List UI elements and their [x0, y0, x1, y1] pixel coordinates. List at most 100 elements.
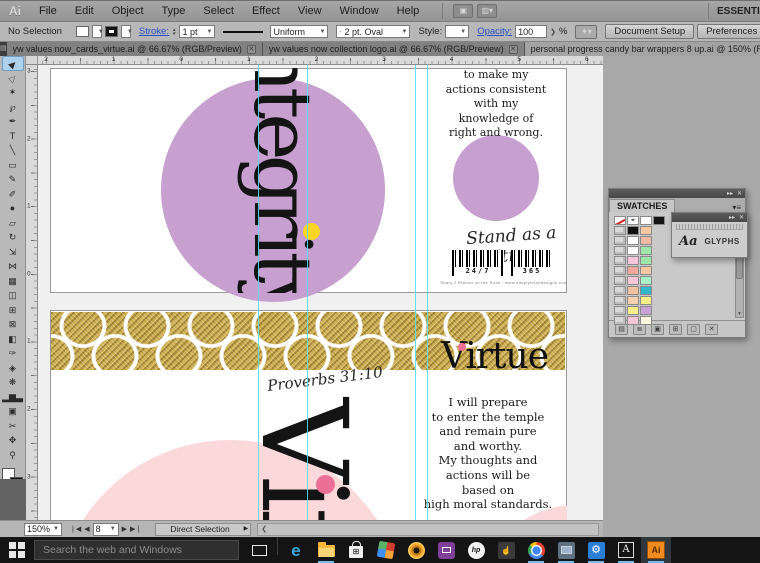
color-swatch[interactable] — [640, 286, 652, 295]
menu-window[interactable]: Window — [331, 1, 388, 21]
line-segment-tool[interactable]: ╲ — [2, 143, 24, 158]
menu-select[interactable]: Select — [194, 1, 243, 21]
color-swatch[interactable] — [627, 226, 639, 235]
file-explorer-icon[interactable] — [311, 537, 341, 563]
stroke-stepper[interactable]: ▲▼ — [172, 28, 176, 36]
eyedropper-tool[interactable]: ✑ — [2, 346, 24, 361]
color-swatch[interactable] — [627, 296, 639, 305]
pattern-swatch[interactable] — [614, 246, 626, 255]
guide-line[interactable] — [258, 65, 259, 520]
magic-wand-tool[interactable]: ✶ — [2, 85, 24, 100]
store-icon[interactable]: ⊞ — [341, 537, 371, 563]
illustrator-icon[interactable]: Ai — [641, 537, 671, 563]
new-swatch-icon[interactable]: ▢ — [687, 324, 700, 335]
shape-builder-tool[interactable]: ◫ — [2, 288, 24, 303]
color-swatch[interactable] — [640, 306, 652, 315]
color-swatch[interactable] — [640, 256, 652, 265]
panel-menu-icon[interactable]: ▾≡ — [728, 203, 745, 212]
vertical-ruler[interactable]: 3210123 — [26, 65, 38, 520]
font-app-icon[interactable]: A — [611, 537, 641, 563]
arrange-documents-icon[interactable]: ▥▾ — [477, 4, 497, 18]
chrome-icon[interactable] — [521, 537, 551, 563]
color-swatch[interactable] — [627, 246, 639, 255]
guide-line[interactable] — [427, 65, 428, 520]
color-swatch[interactable] — [640, 226, 652, 235]
direct-selection-tool[interactable]: ▷ — [2, 71, 24, 86]
document-tab[interactable]: yw values now_cards_virtue.ai @ 66.67% (… — [7, 42, 263, 56]
variable-width-combo[interactable]: Uniform▼ — [270, 25, 328, 38]
status-tool-indicator[interactable]: Direct Selection▶ — [155, 523, 251, 536]
blob-brush-tool[interactable]: ● — [2, 201, 24, 216]
color-swatch[interactable] — [640, 266, 652, 275]
swatch-white[interactable] — [640, 216, 652, 225]
menu-view[interactable]: View — [289, 1, 331, 21]
last-artboard-icon[interactable]: ▶❘ — [130, 525, 141, 533]
gradient-tool[interactable]: ◧ — [2, 332, 24, 347]
task-view-icon[interactable] — [244, 537, 274, 563]
color-swatch[interactable] — [640, 316, 652, 325]
swatches-tab[interactable]: SWATCHES — [609, 199, 675, 212]
ruler-origin-corner[interactable] — [26, 56, 38, 65]
scale-tool[interactable]: ⇲ — [2, 245, 24, 260]
stroke-weight-label[interactable]: Stroke: — [139, 26, 169, 37]
new-color-group-icon[interactable]: ⊞ — [669, 324, 682, 335]
document-setup-button[interactable]: Document Setup — [605, 24, 694, 39]
glyphs-close-icon[interactable]: ✕ — [739, 215, 744, 221]
color-swatch[interactable] — [640, 236, 652, 245]
selection-tool[interactable]: ▶ — [2, 56, 24, 71]
color-swatch[interactable] — [627, 286, 639, 295]
document-tab[interactable]: yw values now collection logo.ai @ 66.67… — [263, 42, 525, 56]
hand-tool[interactable]: ✥ — [2, 433, 24, 448]
free-transform-tool[interactable]: ▦ — [2, 274, 24, 289]
pattern-swatch[interactable] — [614, 276, 626, 285]
photos-app-icon[interactable] — [551, 537, 581, 563]
touch-app-icon[interactable]: ☝ — [491, 537, 521, 563]
opacity-label[interactable]: Opacity: — [477, 26, 512, 37]
horizontal-ruler[interactable]: 21012345678 — [38, 56, 603, 65]
first-artboard-icon[interactable]: ❘◀ — [70, 525, 81, 533]
menu-type[interactable]: Type — [153, 1, 195, 21]
pattern-swatch[interactable] — [614, 266, 626, 275]
pattern-swatch[interactable] — [614, 296, 626, 305]
workspace-switcher[interactable]: ESSENTIALS — [708, 3, 760, 19]
type-tool[interactable]: T — [2, 129, 24, 144]
swatch-registration[interactable]: ⌖ — [627, 216, 639, 225]
mesh-tool[interactable]: ⊠ — [2, 317, 24, 332]
scroll-left-icon[interactable]: ❮ — [258, 525, 270, 533]
guide-line[interactable] — [415, 65, 416, 520]
webcam-app-icon[interactable] — [401, 537, 431, 563]
tab-close-icon[interactable]: ✕ — [247, 45, 256, 54]
menu-edit[interactable]: Edit — [66, 1, 103, 21]
menu-help[interactable]: Help — [388, 1, 429, 21]
color-swatch[interactable] — [640, 246, 652, 255]
bridge-icon[interactable]: ▣ — [453, 4, 473, 18]
delete-swatch-icon[interactable]: ✕ — [705, 324, 718, 335]
width-tool[interactable]: ⋈ — [2, 259, 24, 274]
color-swatch[interactable] — [627, 306, 639, 315]
horizontal-scrollbar[interactable]: ❮ — [257, 523, 599, 536]
stroke-color-chip[interactable] — [105, 26, 118, 37]
tab-close-icon[interactable]: ✕ — [509, 45, 518, 54]
artboard-number-combo[interactable]: 8▼ — [93, 523, 119, 536]
brush-combo[interactable]: ·2 pt. Oval▼ — [336, 25, 410, 38]
rotate-tool[interactable]: ↻ — [2, 230, 24, 245]
hp-support-icon[interactable]: hp — [461, 537, 491, 563]
next-artboard-icon[interactable]: ▶ — [122, 525, 127, 533]
style-combo[interactable]: ▼ — [445, 25, 469, 38]
screen-share-app-icon[interactable] — [431, 537, 461, 563]
scroll-down-icon[interactable]: ▼ — [737, 311, 742, 317]
menu-effect[interactable]: Effect — [243, 1, 289, 21]
guide-line[interactable] — [307, 65, 308, 520]
color-swatch[interactable] — [627, 276, 639, 285]
paintbrush-tool[interactable]: ✎ — [2, 172, 24, 187]
preferences-button[interactable]: Preferences — [697, 24, 760, 39]
swatch-black[interactable] — [653, 216, 665, 225]
color-swatch[interactable] — [640, 276, 652, 285]
collage-app-icon[interactable] — [371, 537, 401, 563]
fill-color-chip[interactable] — [76, 26, 89, 37]
lasso-tool[interactable]: ℘ — [2, 100, 24, 115]
column-graph-tool[interactable]: ▂▆▃ — [2, 390, 24, 405]
collapse-to-icons-icon[interactable]: ▸▸ — [727, 191, 733, 197]
fill-dropdown[interactable]: ▼ — [92, 25, 102, 38]
stroke-weight-combo[interactable]: 1 pt▼ — [179, 25, 215, 38]
